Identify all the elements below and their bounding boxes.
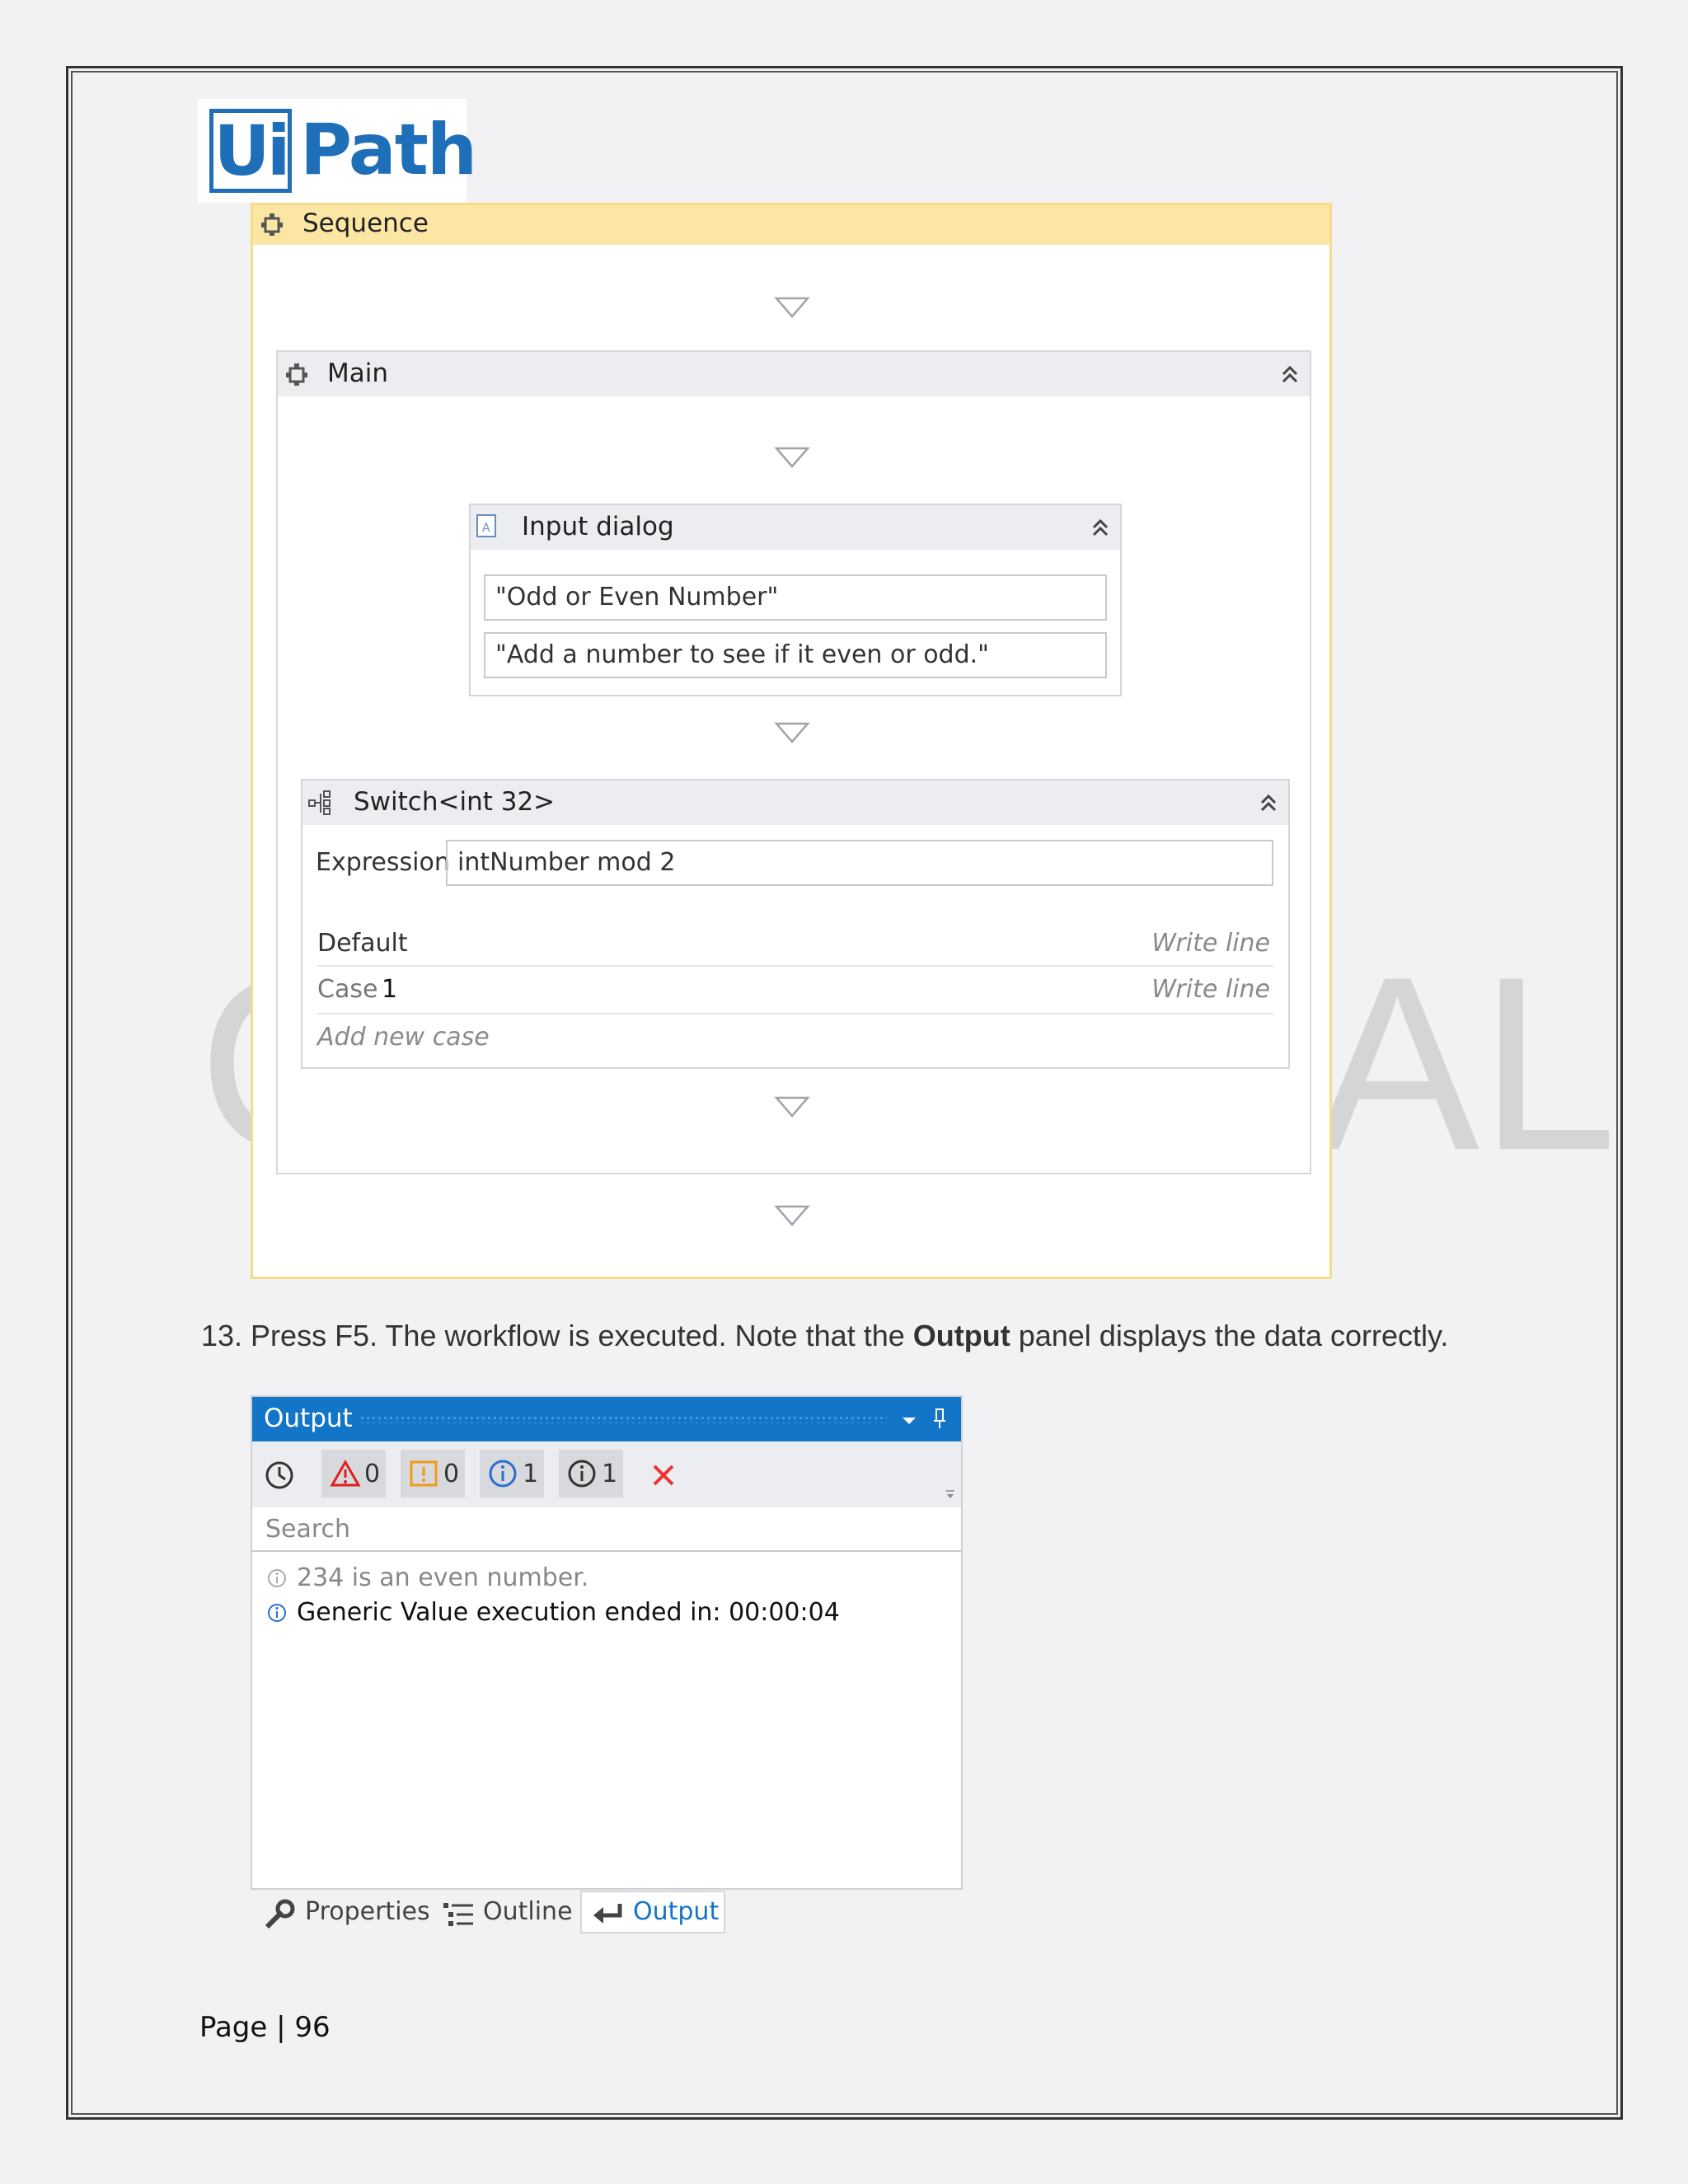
instruction-paragraph: 13. Press F5. The workflow is executed. …	[201, 1319, 1448, 1353]
uipath-logo: Ui Path	[198, 99, 477, 203]
sequence-title: Sequence	[302, 209, 429, 238]
expression-field[interactable]: intNumber mod 2	[446, 840, 1273, 886]
trace-filter-button[interactable]: 1	[559, 1450, 623, 1497]
log-message[interactable]: 234 is an even number.	[297, 1563, 588, 1592]
trace-icon	[568, 1460, 596, 1488]
collapse-icon[interactable]	[1089, 516, 1112, 539]
add-new-case-link[interactable]: Add new case	[317, 1023, 490, 1052]
clear-icon[interactable]	[651, 1463, 676, 1488]
default-label: Default	[317, 929, 408, 958]
trace-count: 1	[602, 1460, 618, 1488]
instruction-suffix: panel displays the data correctly.	[1010, 1319, 1449, 1352]
main-sequence[interactable]: Main A Input dialog "Odd or Even Number"…	[276, 350, 1311, 1174]
dropdown-icon[interactable]	[900, 1413, 918, 1427]
pin-icon[interactable]	[931, 1407, 948, 1430]
case-action[interactable]: Write line	[1151, 975, 1270, 1004]
sequence-icon	[286, 363, 307, 386]
log-message[interactable]: Generic Value execution ended in: 00:00:…	[297, 1598, 840, 1627]
default-action[interactable]: Write line	[1151, 929, 1270, 958]
watermark-right: AL	[1315, 925, 1617, 1202]
errors-count: 0	[364, 1460, 381, 1488]
sequence-activity[interactable]: Sequence Main A Input dialog "Odd or Eve…	[251, 203, 1332, 1279]
output-panel: Output 0 0 1 1 Search 234 is an even num…	[251, 1395, 963, 1890]
output-search-input[interactable]: Search	[252, 1507, 961, 1552]
collapse-icon[interactable]	[1278, 363, 1301, 386]
switch-icon	[308, 790, 331, 815]
info-message-icon	[268, 1604, 286, 1622]
return-arrow-icon	[593, 1904, 622, 1924]
drop-arrow-icon[interactable]	[774, 1095, 810, 1118]
titlebar-grip	[359, 1415, 887, 1423]
case-label: Case	[317, 975, 378, 1004]
switch-activity[interactable]: Switch<int 32> Expression intNumber mod …	[301, 779, 1290, 1069]
divider	[317, 965, 1273, 967]
info-count: 1	[523, 1460, 539, 1488]
clock-icon[interactable]	[264, 1460, 295, 1491]
instruction-prefix: 13. Press F5. The workflow is executed. …	[201, 1319, 913, 1352]
output-titlebar[interactable]: Output	[252, 1397, 961, 1441]
error-triangle-icon	[330, 1460, 361, 1487]
output-toolbar: 0 0 1 1	[252, 1441, 961, 1507]
output-title: Output	[264, 1404, 353, 1433]
collapse-icon[interactable]	[1257, 791, 1280, 814]
info-filter-button[interactable]: 1	[480, 1450, 544, 1497]
trace-message-icon	[268, 1569, 286, 1587]
switch-title: Switch<int 32>	[354, 787, 556, 817]
input-dialog-icon: A	[476, 514, 496, 537]
logo-ui-box: Ui	[209, 109, 292, 193]
divider	[317, 1013, 1273, 1015]
instruction-bold: Output	[912, 1319, 1010, 1352]
input-dialog-header[interactable]: A Input dialog	[471, 505, 1120, 550]
info-icon	[489, 1460, 517, 1488]
warnings-count: 0	[443, 1460, 460, 1488]
dialog-label-field[interactable]: "Add a number to see if it even or odd."	[484, 632, 1107, 678]
wrench-icon	[265, 1899, 295, 1929]
svg-text:A: A	[482, 522, 490, 535]
drop-arrow-icon[interactable]	[774, 446, 810, 469]
drop-arrow-icon[interactable]	[774, 296, 810, 319]
input-dialog-title: Input dialog	[522, 512, 674, 541]
main-header[interactable]: Main	[278, 352, 1310, 396]
page-number: Page | 96	[199, 2011, 331, 2044]
panel-tabs: Properties Outline Output	[251, 1891, 737, 1935]
tab-label: Outline	[483, 1897, 573, 1926]
drop-arrow-icon[interactable]	[774, 721, 810, 744]
switch-header[interactable]: Switch<int 32>	[302, 780, 1288, 825]
main-title: Main	[327, 359, 389, 388]
drop-arrow-icon[interactable]	[774, 1204, 810, 1227]
tab-label: Properties	[305, 1897, 430, 1926]
input-dialog-activity[interactable]: A Input dialog "Odd or Even Number" "Add…	[469, 504, 1122, 696]
dialog-title-field[interactable]: "Odd or Even Number"	[484, 574, 1107, 621]
outline-icon	[443, 1903, 473, 1926]
tab-label: Output	[633, 1897, 720, 1926]
warnings-filter-button[interactable]: 0	[401, 1450, 465, 1497]
overflow-icon[interactable]	[945, 1486, 956, 1501]
case-value[interactable]: 1	[382, 975, 397, 1004]
expression-label: Expression	[316, 848, 450, 877]
sequence-header[interactable]: Sequence	[253, 205, 1329, 245]
warning-icon	[410, 1460, 438, 1487]
sequence-icon	[261, 213, 283, 236]
logo-path-text: Path	[300, 109, 477, 191]
errors-filter-button[interactable]: 0	[321, 1450, 386, 1497]
tab-output[interactable]: Output	[580, 1891, 725, 1933]
